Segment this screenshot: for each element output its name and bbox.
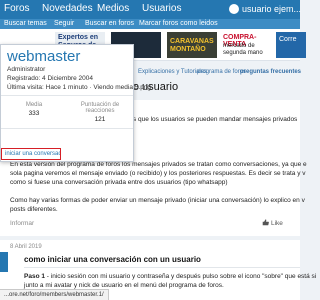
member-tooltip: webmaster Administrator Registrado: 4 Di… xyxy=(0,44,151,162)
post-date: 8 Abril 2019 xyxy=(10,244,42,250)
user-avatar[interactable] xyxy=(229,4,239,14)
step-label: Paso 1 xyxy=(24,273,45,280)
nav-novedades[interactable]: Novedades xyxy=(42,3,93,14)
status-bar-url: ...ore.net/foro/members/webmaster.1/ xyxy=(0,289,109,300)
subnav-marcar-leidos[interactable]: Marcar foros como leidos xyxy=(139,19,218,29)
ad-corre[interactable]: Corre xyxy=(276,32,306,58)
post-body-2: Como hay varias formas de poder enviar u… xyxy=(10,196,305,214)
nav-usuarios[interactable]: Usuarios xyxy=(142,3,181,14)
post-step-line: Paso 1 - inicio sesión con mi usuario y … xyxy=(24,272,316,281)
post-body-line: posts diferentes. xyxy=(10,206,58,213)
member-registered: Registrado: 4 Diciembre 2004 xyxy=(7,75,93,82)
step-text: - inicio sesión con mi usuario y contras… xyxy=(44,273,317,280)
post-body-line: sola pagina veremos el mensaje enviado (… xyxy=(10,170,306,177)
stat-media-value: 333 xyxy=(28,110,40,117)
post-heading: como iniciar una conversación con un usu… xyxy=(24,255,201,264)
member-role: Administrator xyxy=(7,66,46,73)
nav-foros[interactable]: Foros xyxy=(4,3,30,14)
member-name[interactable]: webmaster xyxy=(7,48,80,65)
report-link[interactable]: Informar xyxy=(10,220,34,227)
top-navigation-bar: Foros Novedades Medios Usuarios usuario … xyxy=(0,0,301,19)
ad-corre-text: Corre xyxy=(279,36,297,43)
breadcrumb-preguntas[interactable]: preguntas frecuentes xyxy=(240,69,301,75)
post-body: En esta versión del programa de foros lo… xyxy=(10,160,307,187)
post-divider xyxy=(24,267,300,268)
subnav-seguir[interactable]: Seguir xyxy=(54,19,74,29)
stat-reactions-value: 121 xyxy=(94,116,106,123)
stat-reactions-label: Puntuación de reacciones xyxy=(80,102,120,114)
start-conversation-button[interactable]: iniciar una conversación xyxy=(1,148,61,160)
post-separator xyxy=(0,236,300,240)
post-actions: Informar Like xyxy=(10,218,300,230)
like-button[interactable]: Like xyxy=(262,219,312,227)
post-steps: Paso 1 - inicio sesión con mi usuario y … xyxy=(24,272,316,290)
like-label: Like xyxy=(271,220,283,227)
sub-navigation-bar: Buscar temas Seguir Buscar en foros Marc… xyxy=(0,19,300,29)
ad-compra-venta-sub: mercado de segunda mano xyxy=(223,43,263,56)
post-body-line: como si fuese una conversación privada e… xyxy=(10,179,228,186)
subnav-buscar-en-foros[interactable]: Buscar en foros xyxy=(85,19,134,29)
stat-reactions: Puntuación de reacciones 121 xyxy=(67,102,133,123)
nav-medios[interactable]: Medios xyxy=(97,3,129,14)
thumbs-up-icon xyxy=(262,219,269,226)
ad-caravanas[interactable]: CARAVANAS MONTAÑO xyxy=(167,32,217,58)
ad-compra-venta[interactable]: COMPRA-VENTA mercado de segunda mano xyxy=(221,32,271,58)
member-last-seen: Última visita: Hace 1 minuto · Viendo me… xyxy=(7,84,152,91)
user-menu-label[interactable]: usuario ejem... xyxy=(242,4,301,14)
subnav-buscar-temas[interactable]: Buscar temas xyxy=(4,19,47,29)
member-stats: Media 333 Puntuación de reacciones 121 xyxy=(1,95,133,129)
post-author-avatar[interactable] xyxy=(0,252,8,272)
post-body-line: Como hay varias formas de poder enviar u… xyxy=(10,197,305,204)
stat-media-label: Media xyxy=(25,102,43,108)
ad-caravanas-text: CARAVANAS MONTAÑO xyxy=(170,38,214,53)
breadcrumb-programa[interactable]: programa de foros xyxy=(197,69,246,75)
stat-media: Media 333 xyxy=(1,102,67,117)
